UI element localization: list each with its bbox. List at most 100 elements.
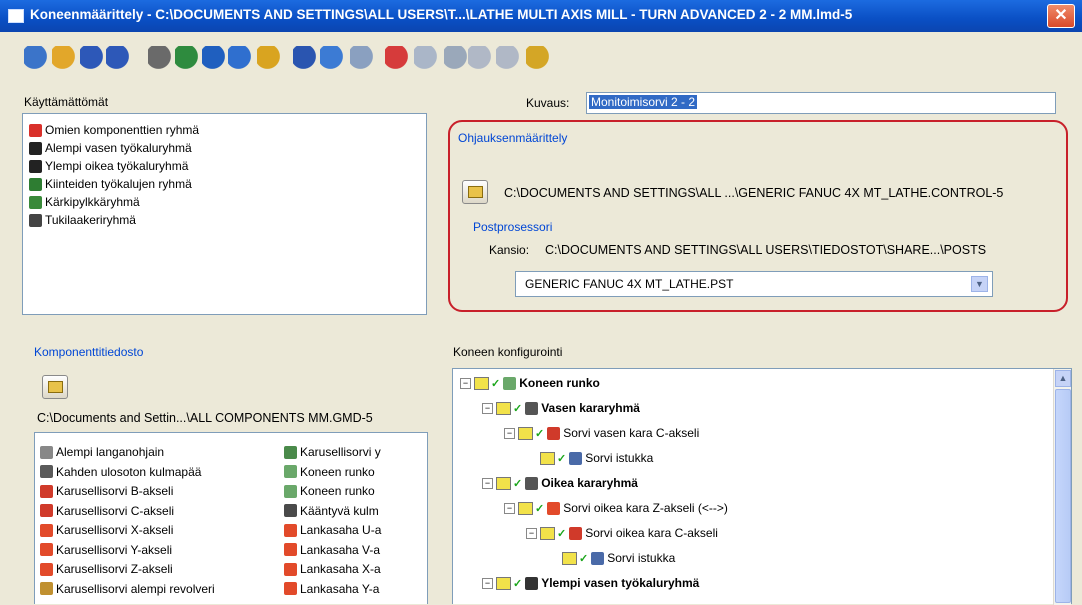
node-checkbox[interactable]: [540, 451, 555, 465]
collapse-icon[interactable]: −: [482, 402, 493, 414]
move-icon[interactable]: [468, 46, 494, 72]
node-checkbox[interactable]: [518, 426, 533, 440]
component-item[interactable]: Koneen runko: [284, 482, 400, 500]
component-item-label: Karusellisorvi alempi revolveri: [56, 581, 215, 596]
monitor-icon[interactable]: [320, 46, 346, 72]
tree-node-label: Sorvi oikea kara C-akseli: [585, 526, 718, 540]
unused-list[interactable]: Omien komponenttien ryhmä Alempi vasen ty…: [22, 113, 427, 315]
unused-item[interactable]: Tukilaakeriryhmä: [29, 211, 136, 229]
tree-node[interactable]: ✓ Sorvi istukka: [526, 448, 653, 468]
tree-node[interactable]: ✓ Sorvi istukka: [548, 548, 675, 568]
tree-node[interactable]: − ✓ Ylempi vasen työkaluryhmä: [482, 573, 699, 593]
unused-item[interactable]: Kärkipylkkäryhmä: [29, 193, 140, 211]
component-item[interactable]: Karusellisorvi Z-akseli: [40, 560, 173, 578]
warning-icon[interactable]: [257, 46, 283, 72]
collapse-icon[interactable]: −: [482, 577, 493, 589]
tree-node-label: Sorvi vasen kara C-akseli: [563, 426, 700, 440]
close-button[interactable]: ✕: [1047, 4, 1075, 28]
description-label: Kuvaus:: [526, 96, 570, 110]
node-checkbox[interactable]: [474, 376, 489, 390]
node-checkbox[interactable]: [496, 476, 511, 490]
node-checkbox[interactable]: [540, 526, 555, 540]
component-list[interactable]: Alempi langanohjain Kahden ulosoton kulma…: [34, 432, 428, 604]
node-icon: [547, 426, 561, 440]
collapse-icon[interactable]: −: [482, 477, 493, 489]
component-item-label: Karusellisorvi B-akseli: [56, 484, 174, 498]
machine-icon[interactable]: [175, 46, 201, 72]
unused-item[interactable]: Ylempi oikea työkaluryhmä: [29, 157, 188, 175]
check-icon: ✓: [513, 477, 523, 490]
check-icon: ✓: [513, 577, 523, 590]
tree-node[interactable]: − ✓ Sorvi oikea kara Z-akseli (<-->): [504, 498, 728, 518]
node-checkbox[interactable]: [562, 551, 577, 565]
new-file-icon[interactable]: [24, 46, 50, 72]
component-item-label: Lankasaha Y-a: [300, 581, 380, 596]
unused-item[interactable]: Alempi vasen työkaluryhmä: [29, 139, 192, 157]
node-checkbox[interactable]: [518, 501, 533, 515]
disk-icon[interactable]: [293, 46, 319, 72]
component-icon: [284, 523, 297, 537]
node-checkbox[interactable]: [496, 576, 511, 590]
component-item-label: Koneen runko: [300, 464, 375, 479]
component-item[interactable]: Kahden ulosoton kulmapää: [40, 463, 201, 481]
unused-item[interactable]: Kiinteiden työkalujen ryhmä: [29, 175, 192, 193]
lock-icon[interactable]: [526, 46, 552, 72]
component-item[interactable]: Karusellisorvi C-akseli: [40, 502, 174, 520]
tree-node[interactable]: − ✓ Koneen runko: [460, 373, 600, 393]
save-icon[interactable]: [80, 46, 106, 72]
axis-icon[interactable]: [385, 46, 411, 72]
grid-icon[interactable]: [414, 46, 440, 72]
component-item[interactable]: Lankasaha Y-a: [284, 580, 400, 598]
component-open-button[interactable]: [42, 375, 68, 399]
component-icon: [284, 543, 297, 556]
component-item[interactable]: Lankasaha X-a: [284, 560, 400, 578]
config-tree[interactable]: ▲ − ✓ Koneen runko − ✓ Vasen kararyhmä − ✓ Sorvi…: [452, 368, 1072, 605]
component-item[interactable]: Karusellisorvi y: [284, 443, 400, 461]
description-input[interactable]: Monitoimisorvi 2 - 2: [586, 92, 1056, 114]
tree-node[interactable]: − ✓ Oikea kararyhmä: [482, 473, 638, 493]
component-item[interactable]: Karusellisorvi Y-akseli: [40, 541, 172, 559]
tree-scrollbar[interactable]: ▲: [1053, 369, 1071, 605]
dropdown-arrow-icon[interactable]: ▼: [971, 276, 988, 292]
hierarchy-icon[interactable]: [444, 46, 470, 72]
collapse-icon[interactable]: −: [460, 377, 471, 389]
component-item[interactable]: Alempi langanohjain: [40, 443, 164, 461]
component-item[interactable]: Kääntyvä kulm: [284, 502, 400, 520]
tree-node-label: Sorvi istukka: [585, 451, 654, 465]
scroll-thumb[interactable]: [1055, 389, 1071, 603]
connect-icon[interactable]: [496, 46, 522, 72]
wand-icon[interactable]: [350, 46, 376, 72]
check-icon: ✓: [535, 427, 545, 440]
node-checkbox[interactable]: [496, 401, 511, 415]
check-icon: ✓: [513, 402, 523, 415]
component-item[interactable]: Koneen runko: [284, 463, 400, 481]
collapse-icon[interactable]: −: [504, 502, 515, 514]
component-item[interactable]: Karusellisorvi B-akseli: [40, 482, 173, 500]
arrow-icon[interactable]: [228, 46, 254, 72]
component-icon: [284, 562, 297, 576]
post-select[interactable]: GENERIC FANUC 4X MT_LATHE.PST ▼: [515, 271, 993, 297]
collapse-icon[interactable]: −: [504, 427, 515, 439]
tree-node[interactable]: − ✓ Vasen kararyhmä: [482, 398, 640, 418]
check-icon: ✓: [491, 377, 501, 390]
config-label: Koneen konfigurointi: [453, 345, 563, 359]
control-open-button[interactable]: [462, 180, 488, 204]
turret-icon: [29, 159, 42, 173]
node-icon: [525, 476, 539, 490]
component-item[interactable]: Karusellisorvi alempi revolveri: [40, 580, 215, 598]
component-icon[interactable]: [202, 46, 228, 72]
control-icon[interactable]: [148, 46, 174, 72]
tree-node[interactable]: − ✓ Sorvi vasen kara C-akseli: [504, 423, 699, 443]
component-item[interactable]: Karusellisorvi X-akseli: [40, 521, 173, 539]
save-as-icon[interactable]: [106, 46, 132, 72]
tree-node[interactable]: − ✓ Sorvi oikea kara C-akseli: [526, 523, 718, 543]
scroll-up-icon[interactable]: ▲: [1055, 370, 1071, 387]
collapse-icon[interactable]: −: [526, 527, 537, 539]
component-item[interactable]: Lankasaha U-a: [284, 521, 400, 539]
tool-block-icon: [29, 177, 42, 191]
component-icon: [284, 582, 297, 595]
unused-item[interactable]: Omien komponenttien ryhmä: [29, 121, 199, 139]
title-bar[interactable]: Koneenmäärittely - C:\DOCUMENTS AND SETT…: [0, 0, 1082, 32]
open-folder-icon[interactable]: [52, 46, 78, 72]
component-item[interactable]: Lankasaha V-a: [284, 541, 400, 559]
